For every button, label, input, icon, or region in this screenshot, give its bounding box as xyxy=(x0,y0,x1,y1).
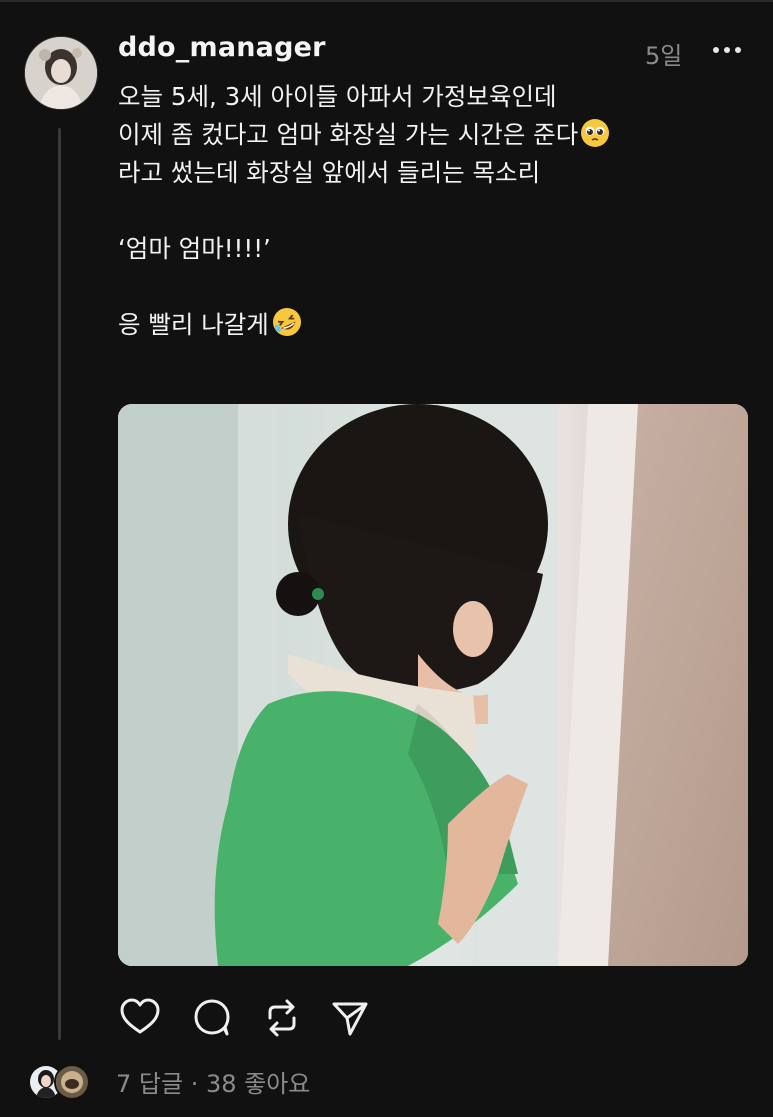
post-photo[interactable] xyxy=(118,404,748,966)
avatar-photo xyxy=(25,37,97,109)
author-username[interactable]: ddo_manager xyxy=(118,32,326,63)
like-button[interactable] xyxy=(118,996,162,1040)
post-stats: 7 답글 · 38 좋아요 xyxy=(116,1064,310,1099)
post-time: 5일 xyxy=(645,42,683,70)
repost-arrows-icon xyxy=(268,999,296,1037)
like-count[interactable]: 38 좋아요 xyxy=(206,1070,310,1098)
more-dots-icon xyxy=(713,47,741,53)
replier-avatar[interactable] xyxy=(54,1064,90,1100)
post-line-3: 라고 썼는데 화장실 앞에서 들리는 목소리 xyxy=(118,158,541,187)
pleading-face-icon xyxy=(580,118,610,159)
rofl-face-icon xyxy=(271,306,303,349)
send-paper-plane-icon xyxy=(332,1002,368,1036)
post-line-1: 오늘 5세, 3세 아이들 아파서 가정보육인데 xyxy=(118,82,557,111)
author-avatar[interactable] xyxy=(24,36,98,110)
comment-bubble-icon xyxy=(194,999,230,1036)
post-line-2: 이제 좀 컸다고 엄마 화장실 가는 시간은 준다 xyxy=(118,120,579,149)
post-body: 오늘 5세, 3세 아이들 아파서 가정보육인데 이제 좀 컸다고 엄마 화장실… xyxy=(118,78,748,344)
stats-separator: · xyxy=(190,1070,199,1098)
reply-button[interactable] xyxy=(190,996,234,1040)
top-divider xyxy=(0,0,773,2)
child-at-doorway-image xyxy=(118,404,748,966)
thread-line xyxy=(58,128,61,1040)
post-line-4: ‘엄마 엄마!!!!’ xyxy=(118,234,271,263)
heart-icon xyxy=(120,998,160,1034)
more-options-button[interactable] xyxy=(710,40,744,60)
repost-button[interactable] xyxy=(260,996,304,1040)
post-line-5: 응 빨리 나갈게 xyxy=(118,310,269,339)
reply-count[interactable]: 7 답글 xyxy=(116,1070,183,1098)
post-line-5-wrap: 응 빨리 나갈게 xyxy=(118,306,748,344)
avatar-photo xyxy=(56,1066,88,1098)
share-button[interactable] xyxy=(328,996,372,1040)
post-line-2-wrap: 이제 좀 컸다고 엄마 화장실 가는 시간은 준다 xyxy=(118,116,748,154)
